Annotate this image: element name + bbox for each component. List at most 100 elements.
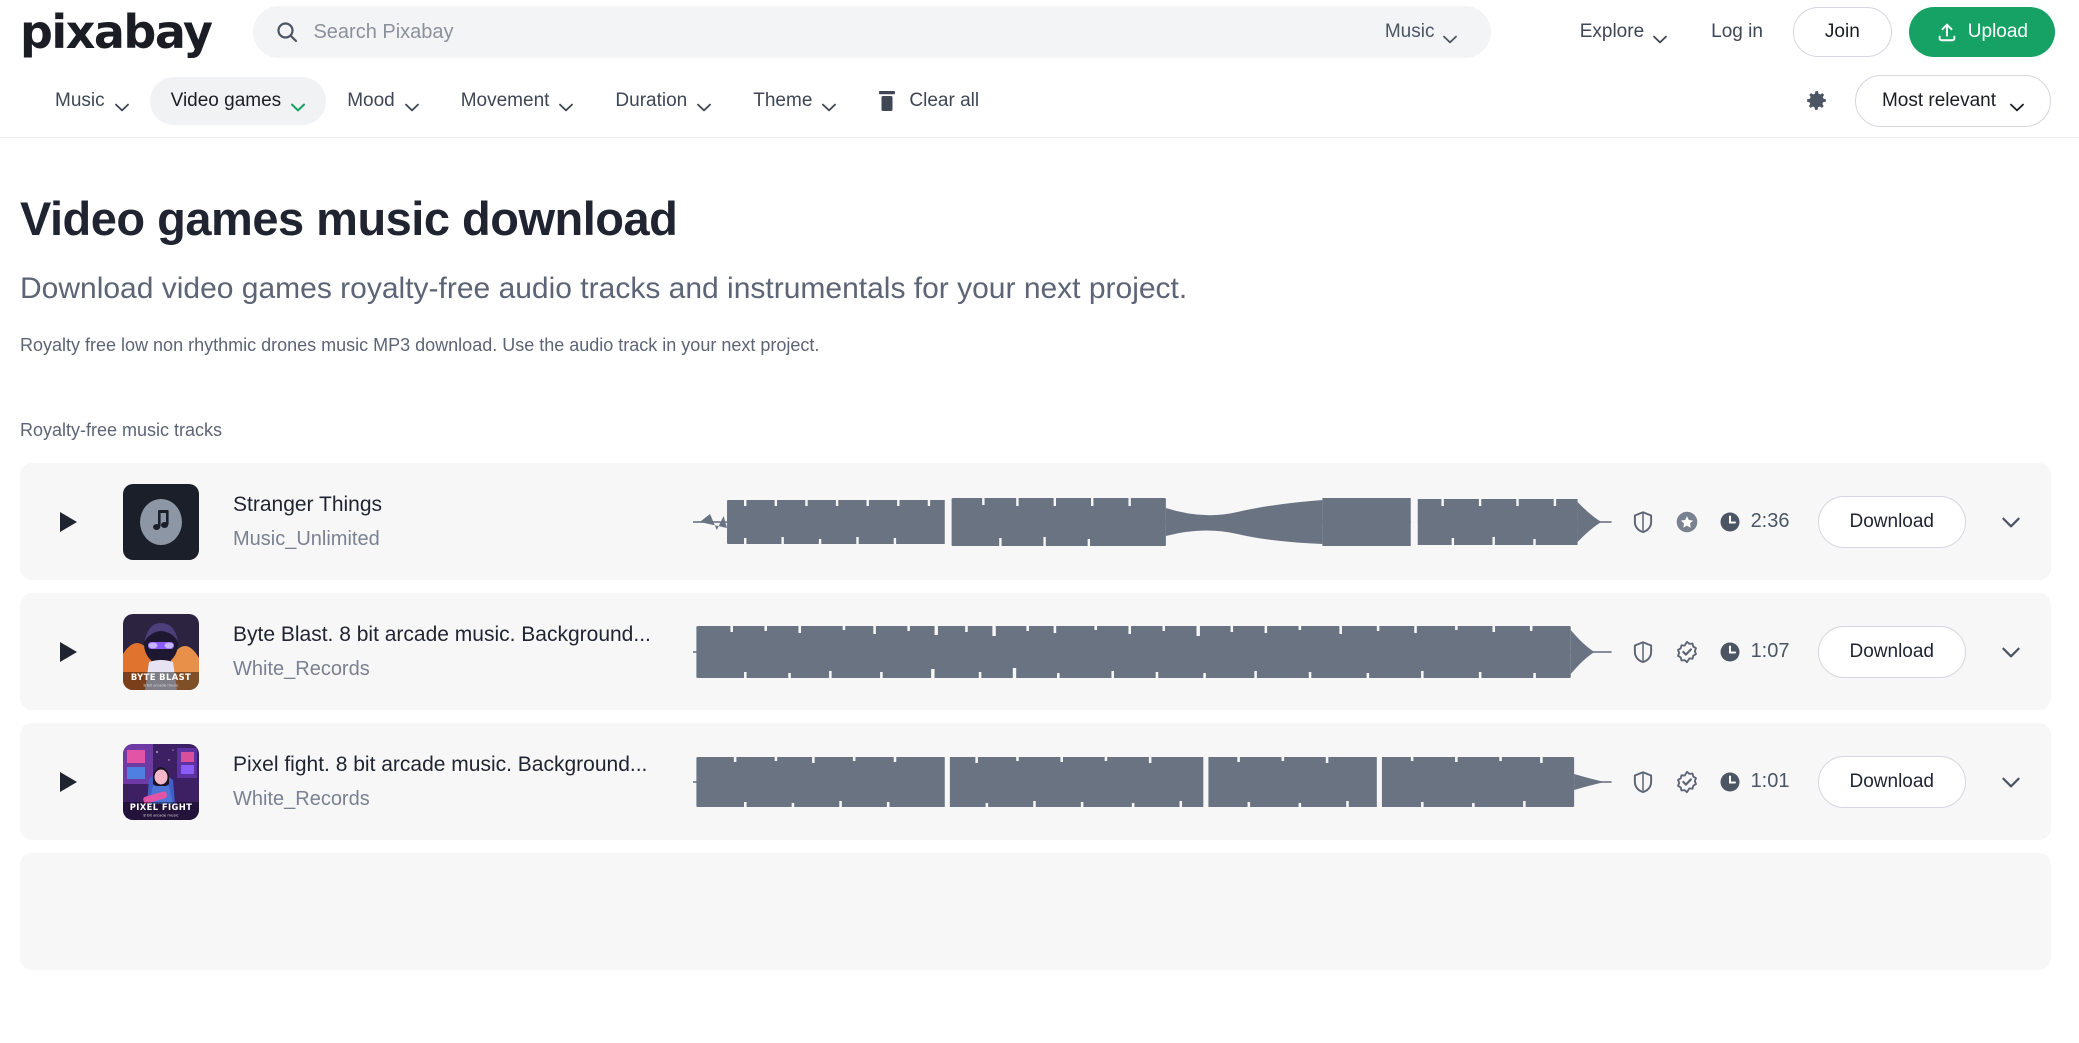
download-button-label: Download — [1849, 510, 1935, 532]
track-artist[interactable]: White_Records — [233, 788, 693, 811]
filter-duration-label: Duration — [615, 89, 688, 111]
track-duration-value: 1:01 — [1750, 770, 1790, 793]
filter-video-games[interactable]: Video games — [149, 76, 327, 125]
svg-text:8 bit arcade music: 8 bit arcade music — [143, 682, 178, 687]
track-actions: 1:01 Download — [1630, 755, 2024, 808]
track-artist[interactable]: Music_Unlimited — [233, 528, 693, 551]
filter-movement[interactable]: Movement — [440, 77, 595, 125]
chevron-down-icon — [404, 96, 419, 112]
track-title[interactable]: Byte Blast. 8 bit arcade music. Backgrou… — [233, 623, 693, 647]
pixabay-logo[interactable]: pixabay — [20, 9, 213, 55]
search-bar[interactable]: Music — [253, 6, 1492, 58]
filter-video-games-label: Video games — [170, 89, 282, 111]
join-button-label: Join — [1824, 21, 1860, 42]
track-row[interactable]: PIXEL FIGHT 8 bit arcade music Pixel fig… — [20, 723, 2051, 841]
download-button[interactable]: Download — [1817, 495, 1966, 548]
track-meta: Pixel fight. 8 bit arcade music. Backgro… — [233, 753, 693, 811]
track-duration-value: 2:36 — [1750, 510, 1790, 533]
star-badge-icon[interactable] — [1674, 509, 1700, 535]
shield-icon[interactable] — [1630, 769, 1656, 795]
filter-theme-label: Theme — [753, 89, 813, 111]
clock-icon — [1718, 770, 1742, 794]
main-content: Video games music download Download vide… — [0, 138, 2079, 971]
track-thumbnail[interactable]: PIXEL FIGHT 8 bit arcade music — [123, 743, 199, 820]
filter-music-label: Music — [55, 89, 105, 111]
shield-icon[interactable] — [1630, 509, 1656, 535]
gear-icon[interactable] — [1804, 88, 1829, 113]
chevron-down-icon — [559, 96, 574, 112]
track-meta: Byte Blast. 8 bit arcade music. Backgrou… — [233, 623, 693, 681]
site-header: pixabay Music Explore Log in Join — [0, 0, 2079, 64]
nav-login-label: Log in — [1711, 21, 1763, 42]
join-button[interactable]: Join — [1792, 7, 1892, 57]
track-duration: 2:36 — [1718, 510, 1790, 534]
header-nav: Explore Log in Join Upload — [1558, 7, 2055, 57]
search-icon — [275, 20, 299, 44]
track-duration: 1:07 — [1718, 640, 1790, 664]
page-title: Video games music download — [20, 192, 678, 245]
chevron-down-icon — [1653, 28, 1668, 43]
track-title[interactable]: Stranger Things — [233, 493, 693, 517]
track-actions: 2:36 Download — [1630, 495, 2024, 548]
chevron-down-icon — [697, 96, 712, 112]
download-button-label: Download — [1849, 640, 1935, 662]
search-category-select[interactable]: Music — [1367, 6, 1484, 58]
clear-all-button[interactable]: Clear all — [877, 90, 979, 112]
page-subtitle: Download video games royalty-free audio … — [20, 271, 1188, 305]
filter-duration[interactable]: Duration — [594, 77, 732, 125]
verified-badge-icon[interactable] — [1674, 769, 1700, 795]
nav-explore[interactable]: Explore — [1558, 21, 1689, 43]
track-waveform[interactable] — [693, 486, 1612, 558]
chevron-down-icon — [2010, 96, 2024, 112]
play-icon[interactable] — [60, 511, 90, 532]
download-button[interactable]: Download — [1817, 625, 1966, 678]
track-waveform[interactable] — [693, 616, 1612, 688]
section-label: Royalty-free music tracks — [20, 420, 223, 441]
svg-text:PIXEL FIGHT: PIXEL FIGHT — [130, 802, 193, 812]
trash-icon — [877, 90, 897, 112]
track-row[interactable]: Stranger Things Music_Unlimited 2:36 Dow… — [20, 463, 2051, 581]
search-input[interactable] — [299, 20, 1367, 44]
shield-icon[interactable] — [1630, 639, 1656, 665]
track-list: Stranger Things Music_Unlimited 2:36 Dow… — [20, 463, 2051, 971]
upload-button-label: Upload — [1967, 21, 2028, 42]
track-row-partial[interactable] — [20, 853, 2051, 971]
sort-select[interactable]: Most relevant — [1854, 74, 2051, 127]
sort-select-label: Most relevant — [1881, 89, 1996, 111]
play-icon[interactable] — [60, 641, 90, 662]
track-meta: Stranger Things Music_Unlimited — [233, 493, 693, 551]
svg-text:BYTE BLAST: BYTE BLAST — [131, 672, 191, 682]
filter-bar-right: Most relevant — [1804, 74, 2051, 127]
track-row[interactable]: BYTE BLAST 8 bit arcade music Byte Blast… — [20, 593, 2051, 711]
clock-icon — [1718, 510, 1742, 534]
track-thumbnail[interactable] — [123, 483, 199, 560]
filter-mood-label: Mood — [347, 89, 395, 111]
chevron-down-icon[interactable] — [1998, 769, 2024, 795]
track-duration-value: 1:07 — [1750, 640, 1790, 663]
track-actions: 1:07 Download — [1630, 625, 2024, 678]
filter-bar: Music Video games Mood Movement Duration… — [0, 64, 2079, 138]
play-icon[interactable] — [60, 771, 90, 792]
filter-movement-label: Movement — [460, 89, 550, 111]
download-button[interactable]: Download — [1817, 755, 1966, 808]
track-artist[interactable]: White_Records — [233, 658, 693, 681]
chevron-down-icon[interactable] — [1998, 509, 2024, 535]
chevron-down-icon — [1443, 28, 1458, 43]
chevron-down-icon — [291, 96, 306, 112]
filter-music[interactable]: Music — [34, 77, 150, 125]
filter-mood[interactable]: Mood — [326, 77, 440, 125]
clear-all-label: Clear all — [909, 89, 980, 111]
track-title[interactable]: Pixel fight. 8 bit arcade music. Backgro… — [233, 753, 693, 777]
chevron-down-icon[interactable] — [1998, 639, 2024, 665]
track-duration: 1:01 — [1718, 770, 1790, 794]
filter-theme[interactable]: Theme — [732, 77, 857, 125]
search-category-label: Music — [1384, 21, 1435, 42]
track-thumbnail[interactable]: BYTE BLAST 8 bit arcade music — [123, 613, 199, 690]
track-waveform[interactable] — [693, 746, 1612, 818]
page-description: Royalty free low non rhythmic drones mus… — [20, 335, 820, 356]
download-button-label: Download — [1849, 770, 1935, 792]
upload-button[interactable]: Upload — [1908, 7, 2055, 57]
nav-login[interactable]: Log in — [1689, 21, 1785, 43]
chevron-down-icon — [822, 96, 837, 112]
verified-badge-icon[interactable] — [1674, 639, 1700, 665]
